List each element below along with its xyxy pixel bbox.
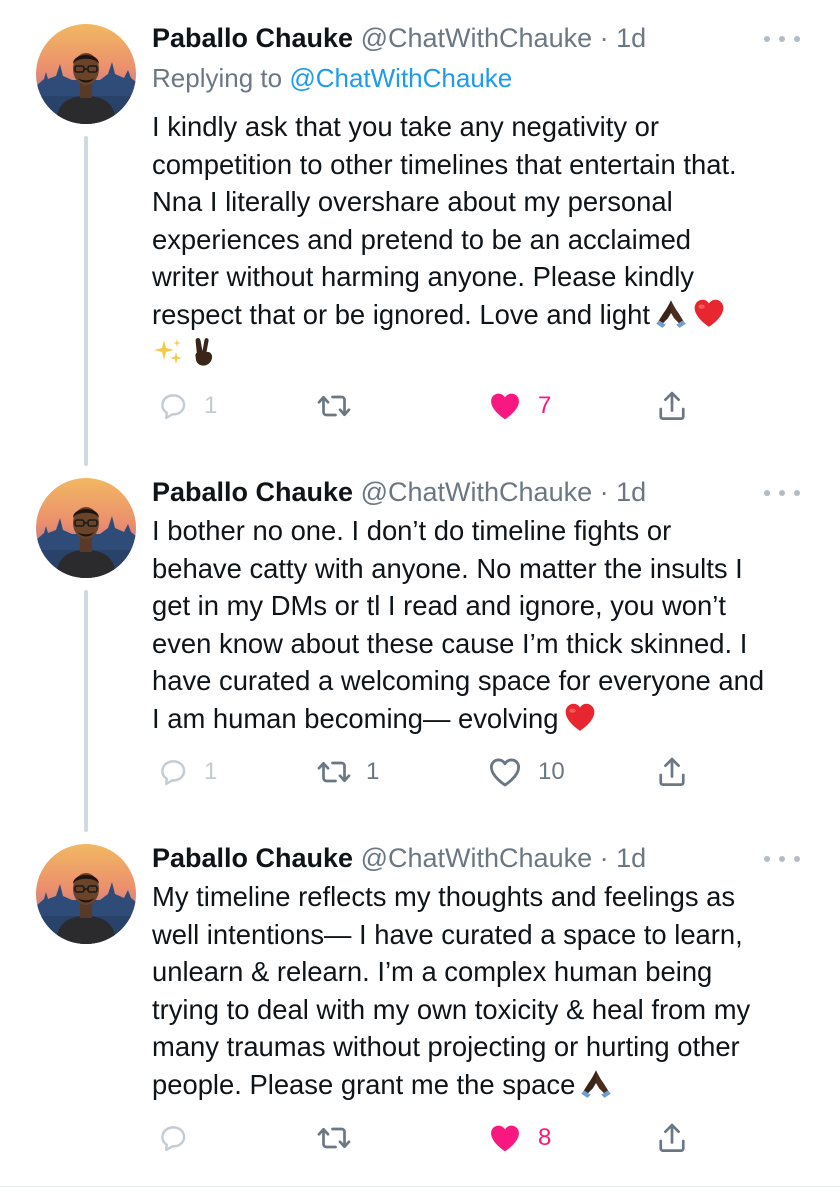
heart-outline-icon [486,753,524,791]
red-heart-icon [563,700,597,734]
tweet-text-line: I bother no one. I don’t do timeline fig… [152,515,672,546]
like-button[interactable]: 7 [486,386,551,426]
tweet-text: I kindly ask that you take any negativit… [152,108,812,371]
folded-hands-icon [654,296,688,330]
separator-dot: · [599,23,609,53]
like-button[interactable]: 8 [486,1118,551,1158]
tweet-text-line: Nna I literally overshare about my perso… [152,186,673,218]
tweet-text-line: many traumas without projecting or hurti… [152,1031,740,1063]
tweet-text-line: people. Please grant me the space [152,1068,576,1100]
like-button[interactable]: 10 [486,752,565,792]
tweet-text-line: respect that or be ignored. Love and lig… [152,298,650,330]
retweet-button[interactable] [316,386,366,426]
tweet-header: Paballo Chauke @ChatWithChauke · 1d [152,840,646,876]
reply-icon [156,1121,190,1155]
retweet-icon [316,754,352,790]
replying-to: Replying to @ChatWithChauke [152,60,512,96]
avatar[interactable] [36,24,136,124]
share-icon [654,388,690,424]
reply-button[interactable] [156,1118,204,1158]
avatar[interactable] [36,844,136,944]
tweet-text-line: behave catty with anyone. No matter the … [152,552,743,584]
avatar-image [36,24,136,124]
share-button[interactable] [654,1118,690,1158]
separator-dot: · [599,843,609,873]
retweet-icon [316,388,352,424]
red-heart-icon [692,296,726,330]
tweet-text-line: trying to deal with my own toxicity & he… [152,993,751,1025]
tweet-thread: Paballo Chauke @ChatWithChauke · 1d Repl… [0,0,840,1200]
more-options-icon[interactable] [764,852,800,866]
tweet-1[interactable]: Paballo Chauke @ChatWithChauke · 1d Repl… [0,0,840,466]
tweet-text-line: well intentions— I have curated a space … [152,918,743,950]
timestamp[interactable]: 1d [616,843,646,873]
tweet-text-line-with-emoji: people. Please grant me the space [152,1066,812,1104]
more-options-icon[interactable] [764,486,800,500]
tweet-text: I bother no one. I don’t do timeline fig… [152,512,812,738]
tweet-text-line: experiences and pretend to be an acclaim… [152,223,692,255]
tweet-actions: 1 7 [152,386,712,426]
tweet-text-line: My timeline reflects my thoughts and fee… [152,881,736,912]
tweet-text-line: have curated a welcoming space for every… [152,665,765,697]
reply-button[interactable]: 1 [156,386,217,426]
tweet-header: Paballo Chauke @ChatWithChauke · 1d [152,474,646,510]
reply-icon [156,755,190,789]
tweet-text-line-with-emoji: respect that or be ignored. Love and lig… [152,296,812,334]
tweet-text-line: get in my DMs or tl I read and ignore, y… [152,590,726,622]
victory-hand-icon [188,336,220,368]
author-handle[interactable]: @ChatWithChauke [361,23,593,53]
thread-connector-line [84,590,88,832]
author-name[interactable]: Paballo Chauke [152,477,353,507]
reply-icon [156,389,190,423]
more-options-icon[interactable] [764,32,800,46]
tweet-text-line: even know about these cause I’m thick sk… [152,627,748,659]
avatar-image [36,478,136,578]
like-count: 8 [538,1124,552,1151]
replying-label: Replying to [152,63,283,93]
replying-mention-link[interactable]: @ChatWithChauke [289,63,512,93]
author-handle[interactable]: @ChatWithChauke [361,843,593,873]
heart-filled-icon [486,387,524,425]
sparkles-icon [152,336,184,368]
retweet-icon [316,1120,352,1156]
separator-dot: · [599,477,609,507]
author-name[interactable]: Paballo Chauke [152,23,353,53]
like-count: 7 [538,392,552,419]
retweet-button[interactable] [316,1118,366,1158]
tweet-actions: 1 1 10 [152,752,712,792]
emoji-line [152,334,812,372]
tweet-text-line: competition to other timelines that ente… [152,148,737,180]
tweet-text-line-with-emoji: I am human becoming— evolving [152,700,812,738]
share-icon [654,754,690,790]
reply-button[interactable]: 1 [156,752,217,792]
author-handle[interactable]: @ChatWithChauke [361,477,593,507]
retweet-count: 1 [366,758,380,785]
folded-hands-icon [579,1066,613,1100]
heart-filled-icon [486,1119,524,1157]
tweet-actions: 8 [152,1118,712,1158]
share-icon [654,1120,690,1156]
share-button[interactable] [654,752,690,792]
tweet-text-line: I kindly ask that you take any negativit… [152,111,659,142]
tweet-text-line: unlearn & relearn. I’m a complex human b… [152,956,713,988]
tweet-text-line: writer without harming anyone. Please ki… [152,261,694,293]
thread-connector-line [84,136,88,466]
reply-count: 1 [204,392,218,419]
avatar-image [36,844,136,944]
like-count: 10 [538,758,565,785]
tweet-text-line: I am human becoming— evolving [152,702,559,734]
divider [0,1186,840,1187]
share-button[interactable] [654,386,690,426]
reply-count: 1 [204,758,218,785]
timestamp[interactable]: 1d [616,477,646,507]
timestamp[interactable]: 1d [616,23,646,53]
author-name[interactable]: Paballo Chauke [152,843,353,873]
avatar[interactable] [36,478,136,578]
retweet-button[interactable]: 1 [316,752,379,792]
tweet-text: My timeline reflects my thoughts and fee… [152,878,812,1104]
tweet-header: Paballo Chauke @ChatWithChauke · 1d [152,20,646,56]
